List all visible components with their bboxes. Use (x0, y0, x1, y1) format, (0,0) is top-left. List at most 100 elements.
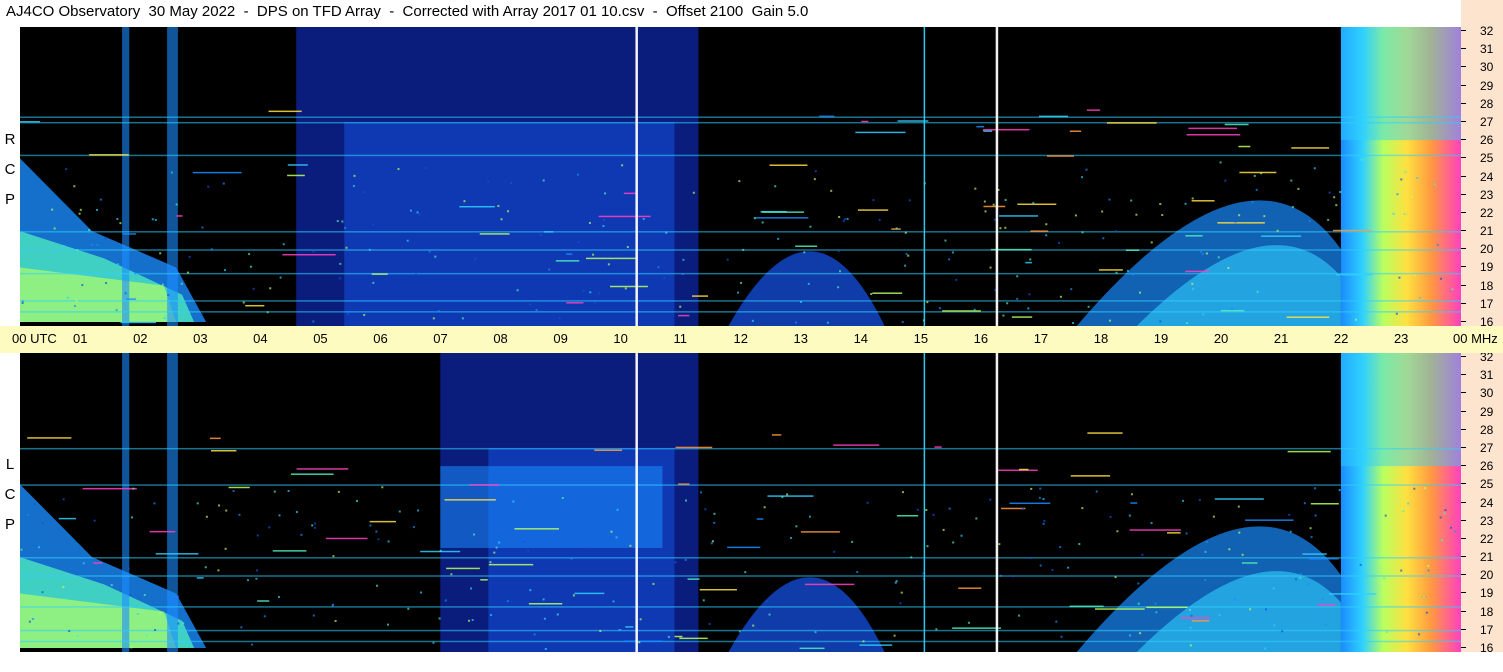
noise-speckle-171 (942, 528, 945, 531)
time-tick-5: 05 (313, 331, 328, 346)
noise-speckle-168 (1378, 559, 1381, 562)
noise-speckle-130 (665, 231, 668, 234)
signal-segment-55 (257, 600, 270, 602)
noise-speckle-111 (1219, 161, 1222, 164)
interference-line-1 (20, 484, 1461, 486)
noise-speckle-230 (1135, 213, 1138, 216)
noise-speckle-206 (1289, 530, 1292, 533)
noise-speckle-47 (516, 289, 519, 292)
signal-segment-40 (756, 518, 764, 520)
noise-speckle-75 (252, 287, 255, 290)
noise-speckle-196 (983, 200, 986, 203)
signal-segment-24 (1188, 127, 1237, 130)
signal-segment-51 (1286, 316, 1330, 318)
noise-speckle-1 (1299, 572, 1302, 575)
noise-speckle-44 (217, 504, 220, 507)
noise-speckle-84 (1188, 608, 1191, 611)
signal-segment-43 (446, 567, 480, 570)
signal-segment-52 (976, 125, 985, 128)
signal-segment-56 (934, 446, 942, 448)
noise-speckle-113 (960, 534, 963, 537)
noise-speckle-188 (246, 579, 249, 582)
time-tick-14: 14 (853, 331, 869, 346)
frequency-tick-19: 19 (1461, 586, 1501, 600)
noise-speckle-174 (65, 168, 68, 171)
corner-fill (1461, 0, 1503, 27)
signal-segment-61 (1241, 562, 1258, 564)
noise-speckle-131 (167, 293, 170, 296)
noise-speckle-246 (598, 292, 601, 295)
noise-speckle-29 (407, 607, 410, 610)
noise-speckle-140 (416, 211, 419, 214)
noise-speckle-234 (955, 278, 958, 281)
vertical-marker-2 (923, 27, 926, 326)
noise-speckle-136 (116, 218, 119, 221)
noise-speckle-156 (28, 620, 31, 623)
noise-speckle-27 (170, 171, 173, 174)
noise-speckle-113 (432, 317, 435, 320)
noise-speckle-199 (163, 317, 166, 320)
frequency-tick-18: 18 (1461, 605, 1501, 619)
daytime-glow (344, 121, 675, 326)
signal-segment-44 (1095, 608, 1145, 610)
noise-speckle-121 (916, 508, 919, 511)
noise-speckle-178 (1042, 522, 1045, 525)
noise-speckle-172 (439, 549, 442, 552)
noise-speckle-221 (1400, 178, 1403, 181)
noise-speckle-137 (232, 489, 235, 492)
noise-speckle-152 (838, 215, 841, 218)
noise-speckle-207 (510, 182, 513, 185)
time-tick-7: 07 (433, 331, 448, 346)
noise-speckle-161 (1027, 307, 1030, 310)
noise-speckle-245 (1186, 321, 1189, 324)
signal-segment-23 (210, 449, 237, 452)
signal-segment-8 (1125, 249, 1140, 251)
noise-speckle-251 (205, 515, 208, 518)
noise-speckle-254 (1201, 252, 1204, 255)
time-tick-21: 21 (1273, 331, 1289, 346)
noise-speckle-243 (1204, 550, 1207, 553)
noise-speckle-200 (570, 557, 573, 560)
noise-speckle-170 (37, 546, 40, 549)
noise-speckle-95 (467, 619, 470, 622)
time-tick-17: 17 (1033, 331, 1049, 346)
noise-speckle-99 (999, 574, 1002, 577)
noise-speckle-115 (699, 491, 702, 494)
frequency-tick-24: 24 (1461, 170, 1501, 184)
noise-speckle-83 (1407, 502, 1410, 505)
noise-speckle-128 (1439, 516, 1442, 519)
noise-speckle-209 (312, 320, 315, 323)
noise-speckle-143 (339, 262, 342, 265)
noise-speckle-126 (1360, 158, 1363, 161)
noise-speckle-238 (1004, 198, 1007, 201)
noise-speckle-193 (1309, 527, 1312, 530)
interference-line-5 (20, 272, 1461, 275)
noise-speckle-256 (989, 266, 992, 269)
signal-segment-37 (1214, 498, 1264, 500)
noise-speckle-5 (1045, 234, 1048, 237)
signal-segment-60 (27, 437, 72, 439)
noise-speckle-23 (341, 220, 344, 223)
noise-speckle-248 (862, 640, 865, 643)
noise-speckle-155 (744, 571, 747, 574)
frequency-tick-22: 22 (1461, 532, 1501, 546)
signal-segment-32 (371, 273, 388, 275)
noise-speckle-116 (667, 635, 670, 638)
noise-speckle-30 (1256, 290, 1259, 293)
noise-speckle-249 (1370, 545, 1373, 548)
noise-speckle-157 (470, 587, 473, 590)
noise-speckle-48 (200, 313, 203, 316)
signal-segment-54 (819, 115, 835, 118)
noise-speckle-158 (369, 524, 372, 527)
noise-speckle-255 (1327, 218, 1330, 221)
signal-segment-57 (544, 231, 554, 233)
signal-segment-27 (998, 215, 1039, 217)
noise-speckle-257 (1072, 321, 1075, 324)
noise-speckle-3 (363, 191, 366, 194)
noise-speckle-62 (1314, 514, 1317, 517)
noise-speckle-119 (124, 292, 127, 295)
noise-speckle-130 (1198, 498, 1201, 501)
noise-speckle-154 (1130, 199, 1133, 202)
interference-line-6 (20, 300, 1461, 302)
noise-speckle-225 (529, 303, 532, 306)
